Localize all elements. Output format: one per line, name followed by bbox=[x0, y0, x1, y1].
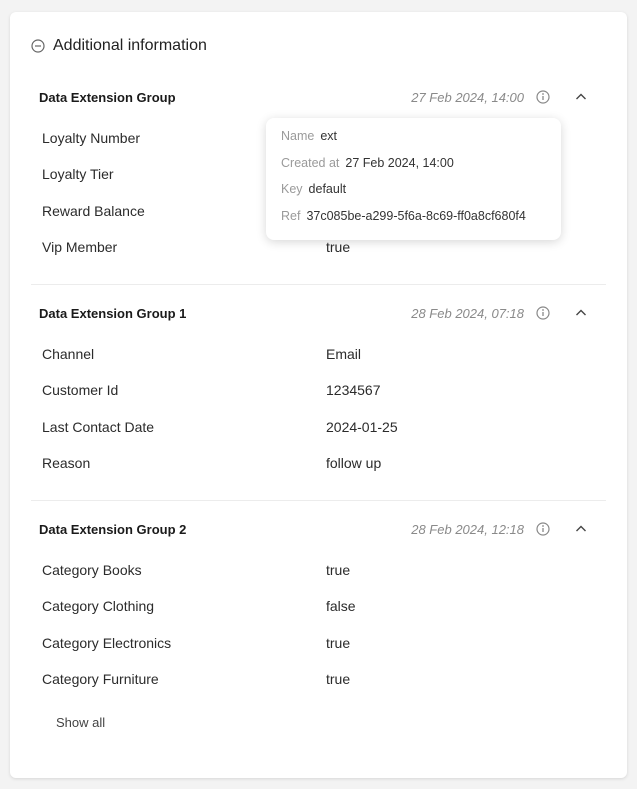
group-info-tooltip: Name ext Created at 27 Feb 2024, 14:00 Key… bbox=[266, 118, 561, 240]
attribute-row: Category Clothing false bbox=[31, 589, 606, 625]
attribute-value: true bbox=[326, 562, 351, 578]
info-circle-icon[interactable] bbox=[535, 89, 551, 105]
group-divider bbox=[31, 284, 606, 285]
group-date: 28 Feb 2024, 12:18 bbox=[411, 521, 524, 537]
attribute-key: Last Contact Date bbox=[42, 418, 155, 435]
chevron-up-icon[interactable] bbox=[573, 305, 589, 321]
tooltip-created-row: Created at 27 Feb 2024, 14:00 bbox=[281, 156, 454, 170]
attribute-key: Reward Balance bbox=[42, 202, 145, 219]
tooltip-label: Name bbox=[281, 129, 315, 143]
attribute-key: Loyalty Number bbox=[42, 130, 141, 146]
attribute-row: Category Furniture true bbox=[31, 662, 606, 698]
tooltip-value: ext bbox=[320, 129, 338, 143]
info-circle-icon[interactable] bbox=[535, 305, 551, 321]
tooltip-label: Key bbox=[281, 182, 303, 196]
tooltip-value: 27 Feb 2024, 14:00 bbox=[345, 156, 454, 170]
info-circle-icon[interactable] bbox=[535, 521, 551, 537]
group-divider bbox=[31, 500, 606, 501]
group-header: Data Extension Group 27 Feb 2024, 14:00 bbox=[31, 85, 606, 109]
attribute-value: false bbox=[326, 598, 356, 615]
attribute-value: Email bbox=[326, 346, 362, 362]
attribute-value: follow up bbox=[326, 454, 382, 471]
attribute-row: Reason follow up bbox=[31, 446, 606, 482]
attribute-row: Channel Email bbox=[31, 337, 606, 373]
attribute-row: Category Books true bbox=[31, 553, 606, 589]
data-extension-group-2: Data Extension Group 2 28 Feb 2024, 12:1… bbox=[31, 517, 606, 698]
attribute-value: true bbox=[326, 238, 351, 255]
group-header: Data Extension Group 2 28 Feb 2024, 12:1… bbox=[31, 517, 606, 541]
attribute-key: Category Clothing bbox=[42, 598, 155, 615]
tooltip-value: 37c085be-a299-5f6a-8c69-ff0a8cf680f4 bbox=[306, 209, 526, 223]
attribute-key: Category Electronics bbox=[42, 634, 172, 651]
group-date: 28 Feb 2024, 07:18 bbox=[411, 305, 524, 321]
attribute-value: true bbox=[326, 670, 351, 687]
minus-circle-icon bbox=[31, 39, 45, 53]
chevron-up-icon[interactable] bbox=[573, 521, 589, 537]
attribute-key: Channel bbox=[42, 346, 95, 362]
attribute-key: Loyalty Tier bbox=[42, 166, 114, 183]
attribute-key: Customer Id bbox=[42, 382, 119, 399]
attribute-row: Category Electronics true bbox=[31, 626, 606, 662]
tooltip-ref-row: Ref 37c085be-a299-5f6a-8c69-ff0a8cf680f4 bbox=[281, 209, 526, 223]
chevron-up-icon[interactable] bbox=[573, 89, 589, 105]
attribute-key: Category Furniture bbox=[42, 670, 159, 687]
attribute-value: 2024-01-25 bbox=[326, 418, 398, 435]
group-header: Data Extension Group 1 28 Feb 2024, 07:1… bbox=[31, 301, 606, 325]
data-extension-group-1: Data Extension Group 1 28 Feb 2024, 07:1… bbox=[31, 301, 606, 482]
group-date: 27 Feb 2024, 14:00 bbox=[411, 89, 524, 105]
group-name: Data Extension Group 2 bbox=[39, 521, 187, 537]
attribute-key: Vip Member bbox=[42, 238, 118, 255]
attribute-value: 1234567 bbox=[326, 382, 381, 399]
section-title: Additional information bbox=[53, 37, 207, 54]
attribute-key: Reason bbox=[42, 454, 91, 471]
tooltip-key-row: Key default bbox=[281, 182, 346, 196]
attribute-value: true bbox=[326, 634, 351, 651]
section-toggle[interactable]: Additional information bbox=[31, 34, 207, 58]
tooltip-value: default bbox=[308, 182, 347, 196]
show-all-button[interactable]: Show all bbox=[56, 715, 105, 730]
group-name: Data Extension Group bbox=[39, 89, 176, 105]
attribute-key: Category Books bbox=[42, 562, 142, 578]
group-name: Data Extension Group 1 bbox=[39, 305, 187, 321]
attribute-row: Last Contact Date 2024-01-25 bbox=[31, 410, 606, 446]
tooltip-label: Ref bbox=[281, 209, 301, 223]
attribute-row: Customer Id 1234567 bbox=[31, 373, 606, 409]
tooltip-label: Created at bbox=[281, 156, 340, 170]
tooltip-name-row: Name ext bbox=[281, 129, 337, 143]
